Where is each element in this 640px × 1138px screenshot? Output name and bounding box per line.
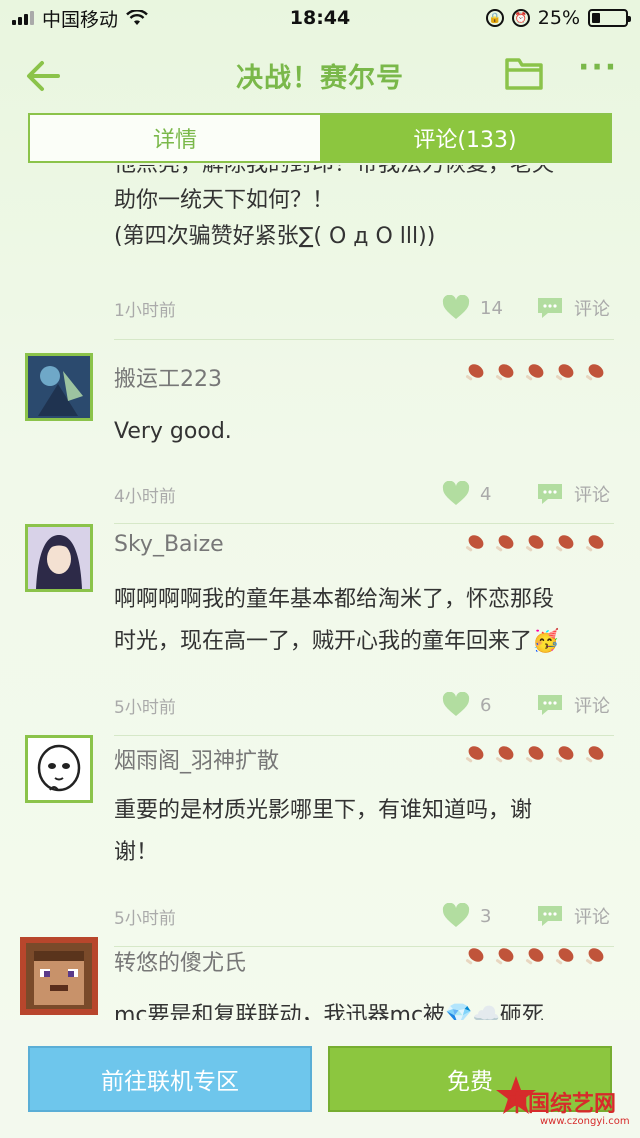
username[interactable]: Sky_Baize: [114, 532, 224, 557]
watermark-url: www.czongyi.com: [540, 1116, 630, 1127]
chat-bubble-icon: [538, 298, 562, 318]
comment-text: mc要是和复联联动，我迅器mc被💎☁️砸死: [114, 1003, 544, 1020]
reply-button[interactable]: 评论: [536, 481, 610, 507]
comment-text: 啊啊啊啊我的童年基本都给淘米了，怀恋那段 时光，现在高一了，贼开心我的童年回来了…: [114, 587, 560, 654]
username[interactable]: 搬运工223: [114, 361, 222, 393]
drumstick-icon: [555, 364, 574, 381]
tab-details[interactable]: 详情: [30, 115, 320, 161]
avatar[interactable]: [25, 735, 93, 803]
clock: 18:44: [289, 7, 351, 29]
comment-text: 重要的是材质光影哪里下，有谁知道吗，谢 谢！: [114, 798, 533, 865]
battery-icon: [588, 9, 631, 27]
reply-label: 评论: [574, 299, 610, 320]
wifi-icon: [126, 10, 148, 25]
back-arrow-icon[interactable]: [22, 54, 66, 98]
drumstick-icon: [555, 746, 574, 763]
divider: [114, 523, 614, 524]
comment-time: 1小时前: [114, 300, 176, 321]
drumstick-icon: [525, 535, 544, 552]
like-button[interactable]: 3: [442, 903, 532, 929]
drumstick-icon: [525, 364, 544, 381]
comment-time: 5小时前: [114, 908, 176, 929]
like-count: 4: [480, 483, 492, 505]
reply-label: 评论: [574, 696, 610, 717]
drumstick-icon: [585, 364, 604, 381]
rating-drumsticks: [462, 945, 606, 969]
comment-list[interactable]: 他点亮，解除我的封印！带我法力恢复，老夫 助你一统天下如何？！ (第四次骗赞好紧…: [0, 165, 640, 1020]
divider: [114, 339, 614, 340]
drumstick-icon: [465, 535, 484, 552]
drumstick-icon: [555, 535, 574, 552]
drumstick-icon: [525, 746, 544, 763]
comment-meta: 4小时前 4 评论: [114, 479, 610, 509]
drumstick-icon: [495, 364, 514, 381]
drumstick-icon: [555, 948, 574, 965]
orientation-lock-icon: 🔒: [485, 9, 504, 27]
signal-icon: [12, 11, 34, 25]
avatar[interactable]: [20, 937, 98, 1015]
reply-label: 评论: [574, 907, 610, 928]
rating-drumsticks: [462, 743, 606, 767]
heart-icon: [442, 903, 470, 927]
folder-icon[interactable]: [504, 56, 544, 92]
rating-drumsticks: [462, 361, 606, 385]
avatar[interactable]: [25, 524, 93, 592]
username[interactable]: 烟雨阁_羽神扩散: [114, 743, 279, 775]
divider: [114, 735, 614, 736]
watermark-text: 中国综艺网: [506, 1092, 617, 1117]
like-button[interactable]: 4: [442, 481, 532, 507]
like-count: 3: [480, 905, 492, 927]
like-count: 14: [480, 297, 503, 319]
comment-meta: 1小时前 14 评论: [114, 293, 610, 323]
status-bar: 中国移动 18:44 🔒 ⏰ 25%: [0, 0, 640, 36]
tab-bar: 详情 评论(133): [28, 113, 612, 163]
reply-button[interactable]: 评论: [536, 692, 610, 718]
comment-time: 5小时前: [114, 697, 176, 718]
like-count: 6: [480, 694, 492, 716]
reply-button[interactable]: 评论: [536, 903, 610, 929]
drumstick-icon: [495, 948, 514, 965]
battery-percent: 25%: [537, 7, 580, 29]
chat-bubble-icon: [538, 906, 562, 926]
tab-comments[interactable]: 评论(133): [320, 115, 610, 161]
like-button[interactable]: 6: [442, 692, 532, 718]
comment-time: 4小时前: [114, 486, 176, 507]
alarm-icon: ⏰: [511, 9, 530, 27]
drumstick-icon: [465, 948, 484, 965]
drumstick-icon: [525, 948, 544, 965]
username[interactable]: 转悠的傻尤氏: [114, 945, 246, 977]
page-title: 决战！赛尔号: [236, 62, 404, 94]
carrier-label: 中国移动: [42, 8, 119, 31]
comment-text: 他点亮，解除我的封印！带我法力恢复，老夫 助你一统天下如何？！ (第四次骗赞好紧…: [114, 165, 554, 249]
like-button[interactable]: 14: [442, 295, 532, 321]
drumstick-icon: [495, 746, 514, 763]
more-dots-icon[interactable]: ···: [578, 53, 618, 84]
drumstick-icon: [585, 746, 604, 763]
heart-icon: [442, 295, 470, 319]
drumstick-icon: [585, 948, 604, 965]
drumstick-icon: [585, 535, 604, 552]
drumstick-icon: [465, 364, 484, 381]
avatar[interactable]: [25, 353, 93, 421]
comment-text: Very good.: [114, 419, 232, 444]
go-multiplayer-button[interactable]: 前往联机专区: [28, 1046, 312, 1112]
reply-button[interactable]: 评论: [536, 295, 610, 321]
heart-icon: [442, 481, 470, 505]
nav-header: 决战！赛尔号 ···: [0, 40, 640, 110]
heart-icon: [442, 692, 470, 716]
rating-drumsticks: [462, 532, 606, 556]
chat-bubble-icon: [538, 695, 562, 715]
drumstick-icon: [465, 746, 484, 763]
comment-meta: 5小时前 3 评论: [114, 901, 610, 931]
status-right: 🔒 ⏰ 25%: [485, 7, 631, 29]
comment-meta: 5小时前 6 评论: [114, 690, 610, 720]
reply-label: 评论: [574, 485, 610, 506]
drumstick-icon: [495, 535, 514, 552]
chat-bubble-icon: [538, 484, 562, 504]
status-left: 中国移动: [12, 5, 148, 32]
